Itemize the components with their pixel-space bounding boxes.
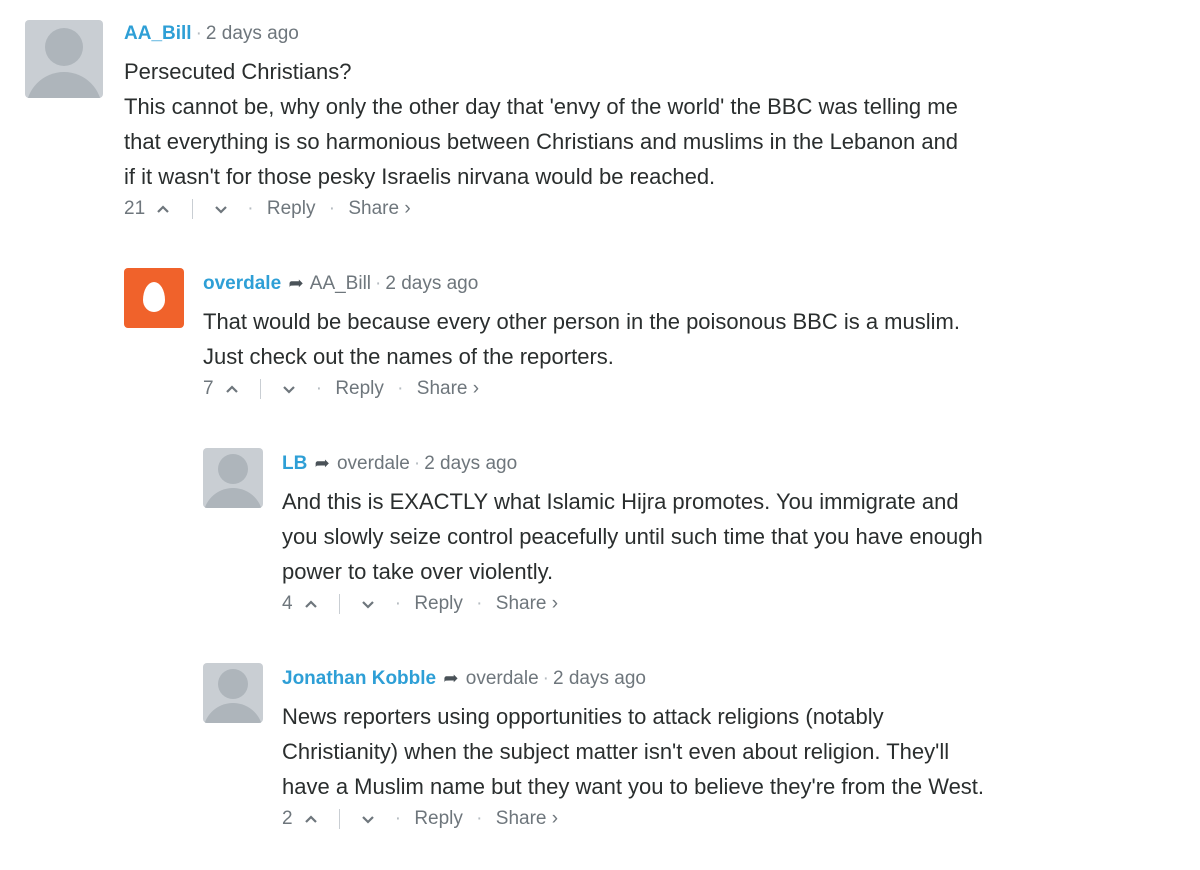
vote-divider xyxy=(339,809,341,829)
comment-body: Persecuted Christians? This cannot be, w… xyxy=(124,54,1174,194)
vote-divider xyxy=(339,594,341,614)
comment-actions: 4 · Reply · Share › xyxy=(282,592,1182,616)
meta-separator: · xyxy=(542,668,549,689)
meta-separator: · xyxy=(413,453,421,474)
share-button[interactable]: Share › xyxy=(417,377,479,401)
meta-separator: · xyxy=(195,23,202,44)
share-button[interactable]: Share › xyxy=(496,807,558,831)
comment-line: This cannot be, why only the other day t… xyxy=(124,94,958,119)
comment-actions: 2 · Reply · Share › xyxy=(282,807,1182,831)
egg-avatar-icon[interactable] xyxy=(124,268,184,328)
comment-body: That would be because every other person… xyxy=(203,304,1200,374)
author-name[interactable]: overdale xyxy=(203,273,281,294)
upvote-count: 2 xyxy=(282,808,293,829)
comment-line: That would be because every other person… xyxy=(203,309,960,334)
comment-actions: 21 · Reply · Share › xyxy=(124,197,1174,221)
vote-divider xyxy=(191,199,193,219)
comment-line: News reporters using opportunities to at… xyxy=(282,704,884,729)
parent-author[interactable]: AA_Bill xyxy=(310,273,371,294)
upvote-icon[interactable] xyxy=(225,382,239,396)
reply-button[interactable]: Reply xyxy=(335,377,384,401)
comment-line: you slowly seize control peacefully unti… xyxy=(282,524,983,549)
upvote-icon[interactable] xyxy=(304,812,318,826)
upvote-count: 7 xyxy=(203,378,214,399)
reply-arrow-icon: ➦ xyxy=(443,668,459,688)
parent-author[interactable]: overdale xyxy=(337,453,410,474)
share-button[interactable]: Share › xyxy=(496,592,558,616)
timestamp[interactable]: 2 days ago xyxy=(553,668,646,689)
upvote-icon[interactable] xyxy=(304,597,318,611)
comment-line: have a Muslim name but they want you to … xyxy=(282,774,985,799)
comment-line: Christianity) when the subject matter is… xyxy=(282,739,950,764)
comment-line: And this is EXACTLY what Islamic Hijra p… xyxy=(282,489,959,514)
timestamp[interactable]: 2 days ago xyxy=(385,273,478,294)
comment-meta: overdale ➦ AA_Bill · 2 days ago xyxy=(203,271,1200,296)
reply-arrow-icon: ➦ xyxy=(314,453,330,473)
user-avatar[interactable] xyxy=(25,20,103,98)
upvote-icon[interactable] xyxy=(156,202,170,216)
comment-body: And this is EXACTLY what Islamic Hijra p… xyxy=(282,484,1182,589)
action-separator: · xyxy=(315,378,323,399)
downvote-icon[interactable] xyxy=(361,812,375,826)
upvote-count: 21 xyxy=(124,198,146,219)
reply-arrow-icon: ➦ xyxy=(288,273,304,293)
action-separator: · xyxy=(328,198,336,219)
meta-separator: · xyxy=(375,273,382,294)
reply-button[interactable]: Reply xyxy=(414,592,463,616)
comment-line: that everything is so harmonious between… xyxy=(124,129,959,154)
parent-author[interactable]: overdale xyxy=(466,668,539,689)
upvote-count: 4 xyxy=(282,593,293,614)
comment-actions: 7 · Reply · Share › xyxy=(203,377,1200,401)
vote-divider xyxy=(260,379,262,399)
action-separator: · xyxy=(476,593,483,614)
timestamp[interactable]: 2 days ago xyxy=(424,453,517,474)
author-name[interactable]: Jonathan Kobble xyxy=(282,668,436,689)
user-avatar[interactable] xyxy=(203,663,263,723)
action-separator: · xyxy=(247,198,254,219)
downvote-icon[interactable] xyxy=(361,597,375,611)
downvote-icon[interactable] xyxy=(214,202,228,216)
comment-line: Persecuted Christians? xyxy=(124,59,352,84)
share-button[interactable]: Share › xyxy=(348,197,410,221)
comment-body: News reporters using opportunities to at… xyxy=(282,699,1182,804)
comment-line: Just check out the names of the reporter… xyxy=(203,344,614,369)
comment-meta: LB ➦ overdale · 2 days ago xyxy=(282,451,1182,476)
author-name[interactable]: AA_Bill xyxy=(124,23,192,44)
comment-line: if it wasn't for those pesky Israelis ni… xyxy=(124,164,716,189)
user-avatar[interactable] xyxy=(203,448,263,508)
reply-button[interactable]: Reply xyxy=(267,197,316,221)
comment-line: power to take over violently. xyxy=(282,559,554,584)
downvote-icon[interactable] xyxy=(282,382,296,396)
action-separator: · xyxy=(394,593,402,614)
reply-button[interactable]: Reply xyxy=(414,807,463,831)
comment-meta: AA_Bill · 2 days ago xyxy=(124,22,1174,46)
comment-meta: Jonathan Kobble ➦ overdale · 2 days ago xyxy=(282,666,1182,691)
action-separator: · xyxy=(394,808,402,829)
author-name[interactable]: LB xyxy=(282,453,307,474)
action-separator: · xyxy=(397,378,404,399)
timestamp[interactable]: 2 days ago xyxy=(206,23,299,44)
action-separator: · xyxy=(476,808,483,829)
